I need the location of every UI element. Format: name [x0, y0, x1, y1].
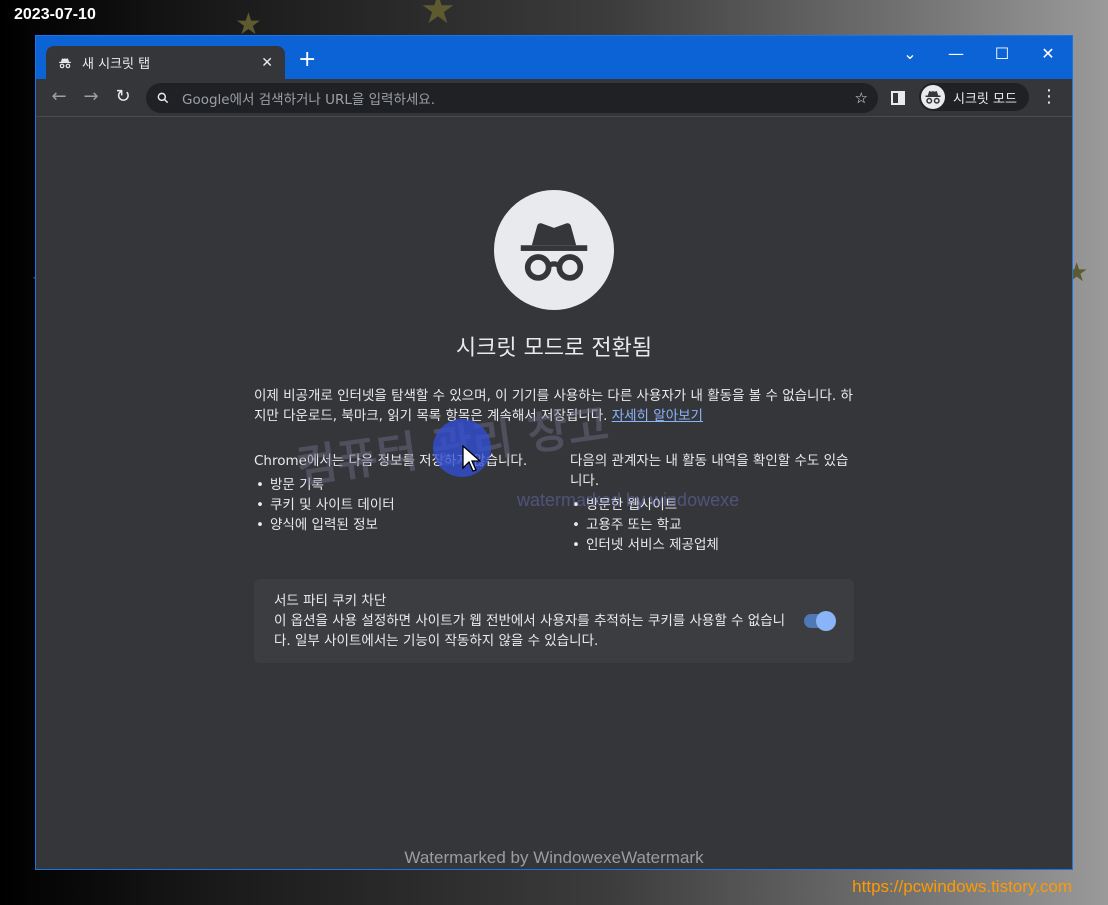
list-item: 고용주 또는 학교 [570, 515, 860, 535]
side-panel-icon[interactable] [891, 91, 905, 105]
page-heading: 시크릿 모드로 전환됨 [455, 336, 653, 361]
incognito-profile-button[interactable]: 시크릿 모드 [919, 83, 1029, 111]
site-link[interactable]: https://pcwindows.tistory.com [852, 877, 1072, 897]
mouse-cursor-icon [462, 445, 482, 472]
address-placeholder: Google에서 검색하거나 URL을 입력하세요. [182, 92, 436, 108]
reload-button[interactable]: ↻ [112, 86, 134, 108]
incognito-icon [58, 56, 72, 70]
cookie-controls-card: 서드 파티 쿠키 차단 이 옵션을 사용 설정하면 사이트가 웹 전반에서 사용… [254, 579, 854, 663]
back-button[interactable]: ← [48, 86, 70, 108]
tab-title: 새 시크릿 탭 [82, 57, 151, 72]
minimize-button[interactable]: — [944, 44, 968, 63]
window-close-button[interactable]: ✕ [1036, 44, 1060, 63]
profile-chip-label: 시크릿 모드 [953, 91, 1017, 107]
incognito-icon [921, 85, 945, 109]
search-icon [157, 92, 169, 104]
watermark-footer: Watermarked by WindowexeWatermark [404, 848, 704, 867]
not-saved-list: 방문 기록 쿠키 및 사이트 데이터 양식에 입력된 정보 [254, 475, 544, 535]
maximize-button[interactable]: ☐ [990, 44, 1014, 63]
new-tab-button[interactable]: + [298, 49, 316, 71]
list-item: 인터넷 서비스 제공업체 [570, 535, 860, 555]
close-icon[interactable]: ✕ [261, 55, 273, 71]
forward-button[interactable]: → [80, 86, 102, 108]
cookie-controls-description: 이 옵션을 사용 설정하면 사이트가 웹 전반에서 사용자를 추적하는 쿠키를 … [274, 613, 786, 649]
list-item: 쿠키 및 사이트 데이터 [254, 495, 544, 515]
list-item: 양식에 입력된 정보 [254, 515, 544, 535]
learn-more-link[interactable]: 자세히 알아보기 [612, 408, 703, 424]
tab-new-incognito[interactable]: 새 시크릿 탭 ✕ [46, 46, 285, 79]
title-bar: 새 시크릿 탭 ✕ + ⌄ — ☐ ✕ [36, 36, 1072, 79]
cookie-controls-title: 서드 파티 쿠키 차단 [274, 593, 387, 609]
tab-search-icon[interactable]: ⌄ [898, 44, 922, 63]
watermark-overlay-english: watermarked by windowexe [517, 490, 740, 510]
toolbar: ← → ↻ Google에서 검색하거나 URL을 입력하세요. ☆ 시크릿 모… [36, 79, 1072, 117]
address-bar[interactable]: Google에서 검색하거나 URL을 입력하세요. ☆ [146, 83, 878, 113]
incognito-hero-icon [494, 190, 614, 310]
capture-date: 2023-07-10 [14, 6, 96, 23]
bookmark-star-icon[interactable]: ☆ [855, 89, 868, 107]
block-third-party-cookies-toggle[interactable] [804, 611, 836, 631]
visible-to-title: 다음의 관계자는 내 활동 내역을 확인할 수도 있습니다. [570, 453, 849, 489]
more-menu-icon[interactable]: ⋮ [1040, 87, 1058, 107]
toggle-knob [816, 611, 836, 631]
